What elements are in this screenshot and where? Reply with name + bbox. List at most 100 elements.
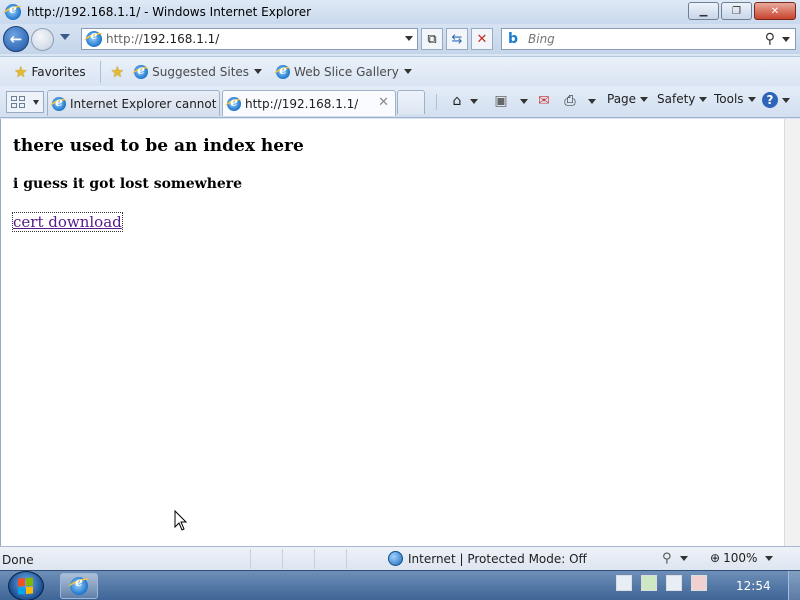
chevron-down-icon (699, 96, 708, 102)
favorites-item-label: Suggested Sites (152, 64, 250, 79)
quick-tabs-grid-icon (11, 96, 25, 108)
ie-icon (5, 2, 21, 20)
chevron-down-icon (254, 69, 263, 74)
tray-document-icon[interactable] (616, 575, 632, 591)
compatibility-view-icon[interactable]: ⧉ (421, 28, 443, 50)
search-icon[interactable]: ⚲ (765, 31, 775, 47)
chevron-down-icon (403, 69, 412, 74)
close-button[interactable]: ✕ (754, 2, 796, 20)
zoom-level: 100% (723, 551, 758, 565)
show-desktop-button[interactable] (788, 571, 800, 600)
favorites-item-web-slice-gallery[interactable]: Web Slice Gallery (276, 63, 412, 79)
windows-logo-icon (18, 577, 34, 595)
address-url[interactable]: http://192.168.1.1/ (106, 32, 219, 46)
mouse-pointer-icon (174, 509, 188, 531)
tab-error-page[interactable]: Internet Explorer cannot d... (47, 90, 220, 116)
chevron-down-icon[interactable] (520, 98, 528, 104)
read-mail-button[interactable]: ✉ (535, 92, 553, 110)
home-button[interactable]: ⌂ (448, 92, 478, 110)
restore-button[interactable]: ❐ (721, 2, 752, 20)
tools-menu[interactable]: Tools (714, 92, 756, 106)
status-text: Done (2, 553, 34, 567)
status-bar: Done Internet | Protected Mode: Off ⚲ ⊕ … (0, 546, 800, 570)
recent-pages-dropdown[interactable] (60, 34, 70, 40)
search-options-dropdown[interactable] (782, 37, 790, 42)
window-controls: ▁ ❐ ✕ (686, 2, 796, 20)
page-subheading: i guess it got lost somewhere (13, 176, 243, 192)
safety-menu-label: Safety (657, 92, 696, 106)
chevron-down-icon[interactable] (588, 98, 596, 104)
new-tab-button[interactable] (397, 90, 425, 114)
search-box[interactable]: b ⚲ (501, 28, 796, 50)
favorites-button[interactable]: ★ Favorites (14, 63, 86, 81)
print-button[interactable]: ⎙ (561, 92, 596, 110)
volume-muted-icon[interactable] (691, 575, 707, 591)
safety-menu[interactable]: Safety (657, 92, 708, 106)
clock[interactable]: 12:54 (736, 579, 771, 593)
security-zone[interactable]: Internet | Protected Mode: Off (388, 551, 587, 566)
address-dropdown-icon[interactable] (405, 36, 413, 41)
navigation-bar: ← http://192.168.1.1/ ⧉ ⇆ ✕ b ⚲ (0, 24, 800, 54)
refresh-icon[interactable]: ⇆ (446, 28, 468, 50)
chevron-down-icon (640, 96, 649, 102)
back-button[interactable]: ← (3, 26, 29, 52)
printer-icon: ⎙ (564, 93, 576, 109)
tools-menu-label: Tools (714, 92, 744, 106)
minimize-button[interactable]: ▁ (688, 2, 719, 20)
home-icon: ⌂ (452, 93, 462, 109)
tab-label: http://192.168.1.1/ (245, 96, 359, 111)
ie-page-icon (134, 63, 149, 79)
favorites-separator (99, 60, 101, 83)
stop-icon[interactable]: ✕ (471, 28, 493, 50)
page-menu-label: Page (607, 92, 637, 106)
chevron-down-icon (747, 96, 756, 102)
address-bar[interactable]: http://192.168.1.1/ (81, 28, 418, 50)
chevron-down-icon (765, 555, 774, 561)
tab-label: Internet Explorer cannot d... (70, 96, 219, 111)
system-tray (616, 575, 716, 591)
globe-icon (388, 551, 403, 566)
chevron-down-icon[interactable] (470, 98, 478, 104)
action-center-icon[interactable] (641, 575, 657, 591)
close-tab-icon[interactable]: ✕ (378, 95, 389, 110)
mail-icon: ✉ (538, 93, 550, 109)
taskbar-ie-button[interactable] (60, 573, 98, 599)
magnifier-icon: ⊕ (710, 551, 721, 565)
tab-list-dropdown[interactable] (33, 99, 39, 105)
window-title: http://192.168.1.1/ - Windows Internet E… (27, 5, 312, 19)
address-host: 192.168.1.1/ (142, 32, 220, 46)
address-scheme: http:// (106, 32, 143, 46)
ie-page-icon (276, 63, 291, 79)
feeds-button[interactable]: ▣ (492, 92, 528, 110)
page-heading: there used to be an index here (13, 136, 304, 156)
ie-icon (70, 575, 88, 595)
ie-page-icon (227, 95, 241, 111)
chevron-down-icon (679, 556, 688, 561)
help-icon: ? (762, 92, 778, 108)
vertical-scrollbar[interactable] (784, 119, 800, 546)
rss-feed-icon: ▣ (494, 93, 508, 109)
search-input[interactable] (528, 32, 748, 46)
cert-download-link[interactable]: cert download (12, 212, 123, 232)
bing-icon: b (508, 31, 519, 47)
help-menu[interactable]: ? (762, 92, 790, 108)
tab-bar: Internet Explorer cannot d... http://192… (0, 86, 800, 118)
start-button[interactable] (8, 571, 44, 600)
page-content: there used to be an index here i guess i… (0, 119, 784, 546)
shield-icon: ⚲ (662, 551, 672, 566)
favorites-item-suggested-sites[interactable]: Suggested Sites (134, 63, 263, 79)
add-to-favorites-icon[interactable]: ★ (111, 63, 124, 81)
zoom-control[interactable]: ⊕ 100% (710, 551, 774, 565)
status-panes (250, 549, 378, 569)
favorites-label: Favorites (31, 64, 86, 79)
favorites-bar: ★ Favorites ★ Suggested Sites Web Slice … (0, 56, 800, 86)
tab-current-page[interactable]: http://192.168.1.1/ ✕ (222, 90, 396, 116)
title-bar: http://192.168.1.1/ - Windows Internet E… (0, 0, 800, 24)
page-icon (86, 29, 102, 47)
protected-mode-toggle[interactable]: ⚲ (662, 551, 688, 566)
forward-button[interactable] (31, 28, 54, 51)
network-icon[interactable] (666, 575, 682, 591)
quick-tabs-button[interactable] (6, 91, 44, 113)
page-menu[interactable]: Page (607, 92, 649, 106)
zone-label: Internet | Protected Mode: Off (408, 551, 587, 566)
